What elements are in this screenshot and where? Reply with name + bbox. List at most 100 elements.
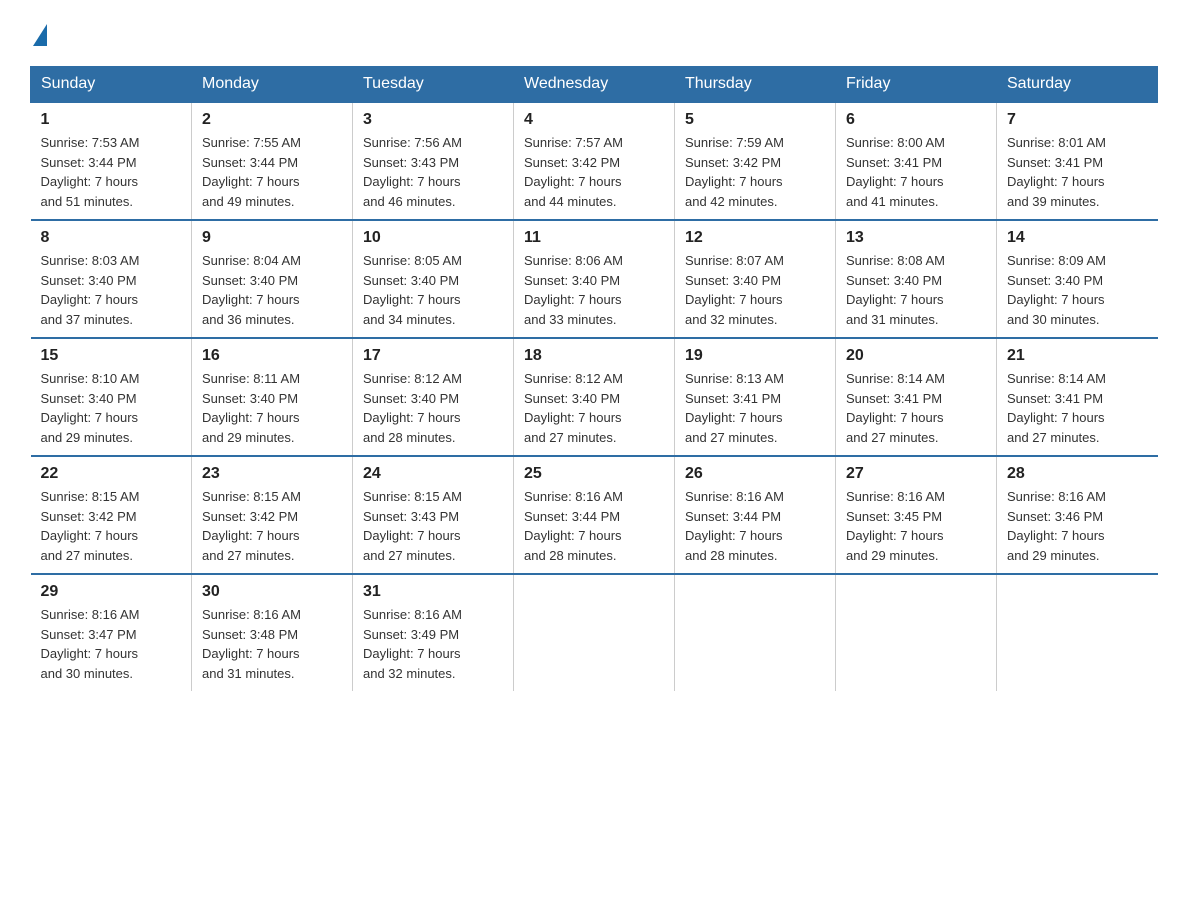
day-info: Sunrise: 7:55 AM Sunset: 3:44 PM Dayligh… <box>202 133 342 211</box>
day-number: 27 <box>846 465 986 483</box>
day-number: 7 <box>1007 111 1148 129</box>
day-info: Sunrise: 7:59 AM Sunset: 3:42 PM Dayligh… <box>685 133 825 211</box>
day-cell-10: 10Sunrise: 8:05 AM Sunset: 3:40 PM Dayli… <box>353 220 514 338</box>
day-number: 5 <box>685 111 825 129</box>
day-cell-19: 19 Sunrise: 8:13 AM Sunset: 3:41 PM Dayli… <box>675 338 836 456</box>
day-info: Sunrise: 8:09 AM Sunset: 3:40 PM Dayligh… <box>1007 251 1148 329</box>
day-cell-9: 9 Sunrise: 8:04 AM Sunset: 3:40 PM Daylig… <box>192 220 353 338</box>
weekday-header-saturday: Saturday <box>997 67 1158 103</box>
day-number: 24 <box>363 465 503 483</box>
day-number: 11 <box>524 229 664 247</box>
day-info: Sunrise: 8:16 AM Sunset: 3:45 PM Dayligh… <box>846 487 986 565</box>
day-cell-13: 13 Sunrise: 8:08 AM Sunset: 3:40 PM Dayli… <box>836 220 997 338</box>
day-cell-24: 24 Sunrise: 8:15 AM Sunset: 3:43 PM Dayli… <box>353 456 514 574</box>
day-number: 28 <box>1007 465 1148 483</box>
day-number: 17 <box>363 347 503 365</box>
day-number: 4 <box>524 111 664 129</box>
empty-cell <box>514 574 675 691</box>
day-info: Sunrise: 8:06 AM Sunset: 3:40 PM Dayligh… <box>524 251 664 329</box>
day-cell-21: 21Sunrise: 8:14 AM Sunset: 3:41 PM Dayli… <box>997 338 1158 456</box>
day-number: 25 <box>524 465 664 483</box>
day-info: Sunrise: 8:16 AM Sunset: 3:44 PM Dayligh… <box>685 487 825 565</box>
day-info: Sunrise: 8:16 AM Sunset: 3:47 PM Dayligh… <box>41 605 182 683</box>
week-row-5: 29 Sunrise: 8:16 AM Sunset: 3:47 PM Dayli… <box>31 574 1158 691</box>
day-info: Sunrise: 7:53 AM Sunset: 3:44 PM Dayligh… <box>41 133 182 211</box>
day-info: Sunrise: 8:03 AM Sunset: 3:40 PM Dayligh… <box>41 251 182 329</box>
day-info: Sunrise: 8:16 AM Sunset: 3:44 PM Dayligh… <box>524 487 664 565</box>
day-cell-1: 1 Sunrise: 7:53 AM Sunset: 3:44 PM Daylig… <box>31 102 192 220</box>
day-info: Sunrise: 8:01 AM Sunset: 3:41 PM Dayligh… <box>1007 133 1148 211</box>
day-number: 20 <box>846 347 986 365</box>
day-number: 19 <box>685 347 825 365</box>
day-cell-15: 15 Sunrise: 8:10 AM Sunset: 3:40 PM Dayli… <box>31 338 192 456</box>
day-cell-6: 6 Sunrise: 8:00 AM Sunset: 3:41 PM Daylig… <box>836 102 997 220</box>
day-number: 12 <box>685 229 825 247</box>
week-row-1: 1 Sunrise: 7:53 AM Sunset: 3:44 PM Daylig… <box>31 102 1158 220</box>
day-info: Sunrise: 8:16 AM Sunset: 3:46 PM Dayligh… <box>1007 487 1148 565</box>
day-number: 29 <box>41 583 182 601</box>
day-cell-26: 26 Sunrise: 8:16 AM Sunset: 3:44 PM Dayli… <box>675 456 836 574</box>
day-number: 8 <box>41 229 182 247</box>
day-number: 13 <box>846 229 986 247</box>
day-info: Sunrise: 8:15 AM Sunset: 3:43 PM Dayligh… <box>363 487 503 565</box>
day-cell-2: 2 Sunrise: 7:55 AM Sunset: 3:44 PM Daylig… <box>192 102 353 220</box>
day-cell-27: 27 Sunrise: 8:16 AM Sunset: 3:45 PM Dayli… <box>836 456 997 574</box>
day-cell-18: 18 Sunrise: 8:12 AM Sunset: 3:40 PM Dayli… <box>514 338 675 456</box>
day-cell-3: 3Sunrise: 7:56 AM Sunset: 3:43 PM Daylig… <box>353 102 514 220</box>
calendar-table: SundayMondayTuesdayWednesdayThursdayFrid… <box>30 66 1158 691</box>
day-number: 23 <box>202 465 342 483</box>
day-cell-29: 29 Sunrise: 8:16 AM Sunset: 3:47 PM Dayli… <box>31 574 192 691</box>
week-row-4: 22 Sunrise: 8:15 AM Sunset: 3:42 PM Dayli… <box>31 456 1158 574</box>
empty-cell <box>997 574 1158 691</box>
page-header <box>30 20 1158 46</box>
day-cell-28: 28 Sunrise: 8:16 AM Sunset: 3:46 PM Dayli… <box>997 456 1158 574</box>
logo-triangle-icon <box>33 24 47 46</box>
day-cell-30: 30 Sunrise: 8:16 AM Sunset: 3:48 PM Dayli… <box>192 574 353 691</box>
logo <box>30 20 47 46</box>
day-info: Sunrise: 8:00 AM Sunset: 3:41 PM Dayligh… <box>846 133 986 211</box>
day-info: Sunrise: 8:12 AM Sunset: 3:40 PM Dayligh… <box>363 369 503 447</box>
empty-cell <box>836 574 997 691</box>
empty-cell <box>675 574 836 691</box>
day-info: Sunrise: 8:11 AM Sunset: 3:40 PM Dayligh… <box>202 369 342 447</box>
day-number: 31 <box>363 583 503 601</box>
day-number: 9 <box>202 229 342 247</box>
day-number: 6 <box>846 111 986 129</box>
day-info: Sunrise: 8:04 AM Sunset: 3:40 PM Dayligh… <box>202 251 342 329</box>
day-number: 30 <box>202 583 342 601</box>
weekday-header-wednesday: Wednesday <box>514 67 675 103</box>
day-info: Sunrise: 8:10 AM Sunset: 3:40 PM Dayligh… <box>41 369 182 447</box>
day-info: Sunrise: 7:57 AM Sunset: 3:42 PM Dayligh… <box>524 133 664 211</box>
day-info: Sunrise: 8:14 AM Sunset: 3:41 PM Dayligh… <box>1007 369 1148 447</box>
day-info: Sunrise: 8:16 AM Sunset: 3:48 PM Dayligh… <box>202 605 342 683</box>
day-cell-22: 22Sunrise: 8:15 AM Sunset: 3:42 PM Dayli… <box>31 456 192 574</box>
day-cell-11: 11 Sunrise: 8:06 AM Sunset: 3:40 PM Dayli… <box>514 220 675 338</box>
day-cell-31: 31 Sunrise: 8:16 AM Sunset: 3:49 PM Dayli… <box>353 574 514 691</box>
day-info: Sunrise: 8:16 AM Sunset: 3:49 PM Dayligh… <box>363 605 503 683</box>
day-cell-14: 14 Sunrise: 8:09 AM Sunset: 3:40 PM Dayli… <box>997 220 1158 338</box>
day-cell-23: 23 Sunrise: 8:15 AM Sunset: 3:42 PM Dayli… <box>192 456 353 574</box>
day-number: 26 <box>685 465 825 483</box>
day-info: Sunrise: 8:08 AM Sunset: 3:40 PM Dayligh… <box>846 251 986 329</box>
week-row-3: 15 Sunrise: 8:10 AM Sunset: 3:40 PM Dayli… <box>31 338 1158 456</box>
day-number: 22 <box>41 465 182 483</box>
day-info: Sunrise: 8:05 AM Sunset: 3:40 PM Dayligh… <box>363 251 503 329</box>
day-info: Sunrise: 8:15 AM Sunset: 3:42 PM Dayligh… <box>202 487 342 565</box>
day-cell-7: 7 Sunrise: 8:01 AM Sunset: 3:41 PM Daylig… <box>997 102 1158 220</box>
day-info: Sunrise: 8:07 AM Sunset: 3:40 PM Dayligh… <box>685 251 825 329</box>
weekday-header-thursday: Thursday <box>675 67 836 103</box>
day-info: Sunrise: 8:12 AM Sunset: 3:40 PM Dayligh… <box>524 369 664 447</box>
weekday-header-sunday: Sunday <box>31 67 192 103</box>
day-number: 18 <box>524 347 664 365</box>
day-info: Sunrise: 8:13 AM Sunset: 3:41 PM Dayligh… <box>685 369 825 447</box>
day-cell-8: 8 Sunrise: 8:03 AM Sunset: 3:40 PM Daylig… <box>31 220 192 338</box>
day-number: 1 <box>41 111 182 129</box>
day-cell-16: 16Sunrise: 8:11 AM Sunset: 3:40 PM Dayli… <box>192 338 353 456</box>
day-cell-20: 20Sunrise: 8:14 AM Sunset: 3:41 PM Dayli… <box>836 338 997 456</box>
day-number: 2 <box>202 111 342 129</box>
day-cell-5: 5 Sunrise: 7:59 AM Sunset: 3:42 PM Daylig… <box>675 102 836 220</box>
day-cell-12: 12 Sunrise: 8:07 AM Sunset: 3:40 PM Dayli… <box>675 220 836 338</box>
weekday-header-friday: Friday <box>836 67 997 103</box>
day-number: 14 <box>1007 229 1148 247</box>
day-number: 15 <box>41 347 182 365</box>
